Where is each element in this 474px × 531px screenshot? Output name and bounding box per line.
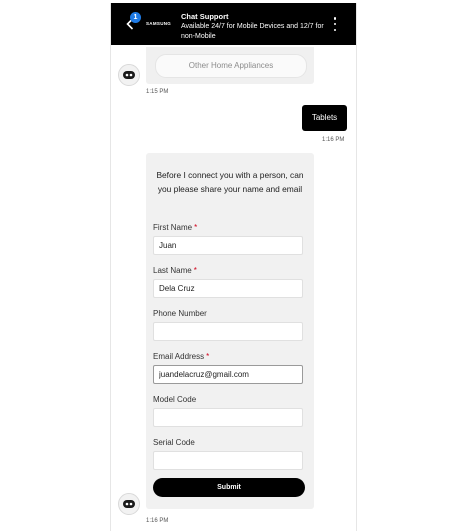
contact-form-card: Before I connect you with a person, can … xyxy=(146,153,314,509)
first-name-field[interactable] xyxy=(153,236,303,255)
last-name-field[interactable] xyxy=(153,279,303,298)
bot-avatar xyxy=(118,493,140,515)
email-address-label: Email Address * xyxy=(153,352,210,361)
model-code-label: Model Code xyxy=(153,395,197,404)
form-intro-text: Before I connect you with a person, can … xyxy=(156,170,304,194)
user-message-bubble: Tablets xyxy=(302,105,347,131)
bot-avatar xyxy=(118,64,140,86)
bot-avatar-icon xyxy=(123,500,135,508)
unread-badge: 1 xyxy=(130,12,141,23)
submit-button[interactable]: Submit xyxy=(153,478,305,497)
phone-number-field[interactable] xyxy=(153,322,303,341)
message-timestamp: 1:16 PM xyxy=(322,137,345,143)
brand-logo: SAMSUNG xyxy=(146,21,172,26)
email-field[interactable] xyxy=(153,365,303,384)
serial-code-field[interactable] xyxy=(153,451,303,470)
bot-avatar-icon xyxy=(123,71,135,79)
option-other-home-appliances[interactable]: Other Home Appliances xyxy=(155,54,307,78)
header-subtitle: Available 24/7 for Mobile Devices and 12… xyxy=(181,23,324,40)
message-timestamp: 1:15 PM xyxy=(146,89,169,95)
serial-code-label: Serial Code xyxy=(153,438,195,447)
chat-window: 1 SAMSUNG Chat Support Available 24/7 fo… xyxy=(110,3,357,531)
phone-number-label: Phone Number xyxy=(153,309,207,318)
kebab-menu-icon[interactable] xyxy=(332,17,338,31)
model-code-field[interactable] xyxy=(153,408,303,427)
message-timestamp: 1:16 PM xyxy=(146,518,169,524)
header-title: Chat Support xyxy=(181,12,229,21)
last-name-label: Last Name * xyxy=(153,266,197,275)
chat-header: 1 SAMSUNG Chat Support Available 24/7 fo… xyxy=(111,3,356,45)
first-name-label: First Name * xyxy=(153,223,198,232)
option-card: Other Home Appliances xyxy=(146,47,314,84)
